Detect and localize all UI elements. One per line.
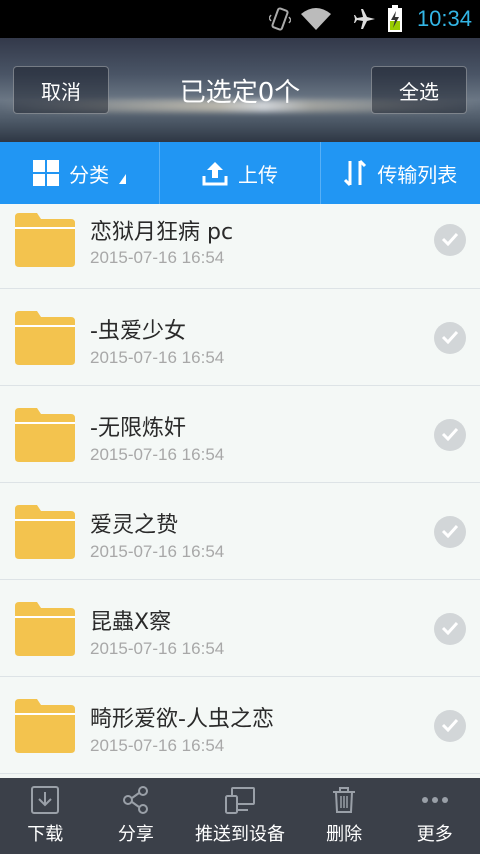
folder-icon: [15, 699, 75, 753]
upload-button[interactable]: 上传: [159, 142, 319, 204]
trash-icon: [331, 786, 357, 814]
status-bar: 10:34: [0, 0, 480, 38]
folder-icon: [15, 602, 75, 656]
select-checkbox[interactable]: [434, 710, 466, 742]
file-date: 2015-07-16 16:54: [90, 248, 225, 267]
folder-icon: [15, 213, 75, 267]
download-label: 下载: [27, 824, 64, 845]
file-name: 昆蟲X察: [90, 610, 172, 635]
file-date: 2015-07-16 16:54: [90, 736, 225, 755]
file-name: -无限炼奸: [90, 416, 186, 441]
devices-icon: [224, 786, 256, 814]
folder-icon: [15, 311, 75, 365]
folder-icon: [15, 505, 75, 559]
file-name: 恋狱月狂病 pc: [90, 220, 234, 245]
upload-label: 上传: [237, 162, 278, 187]
more-dots-icon: [421, 786, 449, 814]
selection-header: 取消 已选定0个 全选: [0, 38, 480, 142]
download-button[interactable]: 下载: [0, 778, 91, 854]
share-button[interactable]: 分享: [91, 778, 182, 854]
upload-icon: [202, 160, 228, 186]
share-label: 分享: [117, 824, 154, 845]
grid-icon: [33, 160, 60, 186]
list-item[interactable]: -虫爱少女 2015-07-16 16:54: [0, 289, 480, 386]
action-toolbar: 分类 上传 传输列表: [0, 142, 480, 204]
folder-icon: [15, 408, 75, 462]
wifi-icon: [300, 8, 331, 30]
select-checkbox[interactable]: [434, 322, 466, 354]
clock: 10:34: [416, 6, 472, 31]
file-name: -虫爱少女: [90, 319, 186, 344]
list-item[interactable]: 爱灵之贽 2015-07-16 16:54: [0, 483, 480, 580]
transfer-list-label: 传输列表: [377, 162, 458, 187]
select-all-button[interactable]: 全选: [371, 66, 467, 114]
download-icon: [31, 786, 60, 814]
transfer-list-button[interactable]: 传输列表: [319, 142, 480, 204]
category-button[interactable]: 分类: [0, 142, 159, 204]
bottom-action-bar: 下载 分享 推送到设备 删除 更多: [0, 778, 480, 854]
file-list: 恋狱月狂病 pc 2015-07-16 16:54 -虫爱少女 2015-07-…: [0, 204, 480, 778]
delete-button[interactable]: 删除: [299, 778, 390, 854]
category-label: 分类: [69, 162, 110, 187]
list-item[interactable]: 恋狱月狂病 pc 2015-07-16 16:54: [0, 204, 480, 289]
select-checkbox[interactable]: [434, 613, 466, 645]
battery-charging-icon: [387, 5, 403, 33]
list-item[interactable]: 昆蟲X察 2015-07-16 16:54: [0, 580, 480, 677]
select-checkbox[interactable]: [434, 224, 466, 256]
file-date: 2015-07-16 16:54: [90, 445, 225, 464]
select-checkbox[interactable]: [434, 419, 466, 451]
file-date: 2015-07-16 16:54: [90, 639, 225, 658]
push-to-device-button[interactable]: 推送到设备: [181, 778, 299, 854]
list-item[interactable]: 畸形爱欲-人虫之恋 2015-07-16 16:54: [0, 677, 480, 774]
file-date: 2015-07-16 16:54: [90, 542, 225, 561]
list-item[interactable]: -无限炼奸 2015-07-16 16:54: [0, 386, 480, 483]
dropdown-caret-icon: [119, 174, 127, 184]
airplane-icon: [353, 7, 377, 31]
file-name: 畸形爱欲-人虫之恋: [90, 707, 274, 732]
transfer-arrows-icon: [343, 159, 367, 187]
file-date: 2015-07-16 16:54: [90, 348, 225, 367]
more-button[interactable]: 更多: [389, 778, 480, 854]
file-name: 爱灵之贽: [90, 513, 179, 538]
push-to-device-label: 推送到设备: [194, 824, 285, 845]
delete-label: 删除: [326, 824, 363, 845]
more-label: 更多: [416, 824, 453, 845]
vibrate-icon: [268, 6, 291, 32]
select-checkbox[interactable]: [434, 516, 466, 548]
share-icon: [122, 786, 150, 814]
